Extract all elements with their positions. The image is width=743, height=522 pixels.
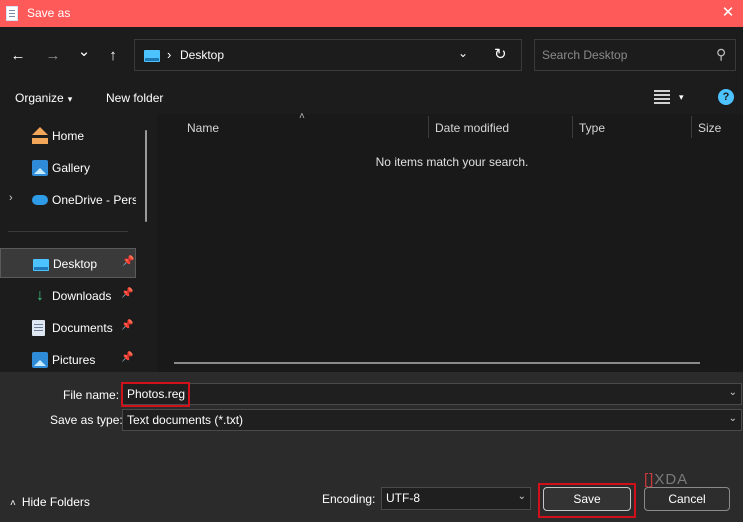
home-icon (32, 127, 48, 144)
sidebar-item-onedrive[interactable]: › OneDrive - Perso (0, 185, 136, 215)
chevron-down-icon[interactable]: ⌄ (729, 387, 737, 398)
chevron-right-icon[interactable]: › (9, 192, 13, 204)
command-bar: Organize ▾ New folder ▾ ? (0, 83, 743, 114)
view-options-icon[interactable] (654, 90, 670, 104)
file-name-field[interactable]: Photos.reg ⌄ (122, 383, 742, 405)
sidebar-scrollbar[interactable] (145, 130, 147, 222)
sidebar-item-gallery[interactable]: Gallery (0, 153, 136, 183)
sidebar-item-downloads[interactable]: ↓ Downloads 📌 (0, 281, 136, 311)
desktop-folder-icon (144, 50, 160, 62)
gallery-icon (32, 160, 48, 176)
sidebar-item-pictures[interactable]: Pictures 📌 (0, 345, 136, 372)
organize-button[interactable]: Organize ▾ (15, 91, 72, 105)
encoding-value: UTF-8 (386, 491, 420, 505)
file-name-highlight (121, 382, 190, 407)
new-folder-button[interactable]: New folder (106, 91, 163, 105)
back-arrow-icon[interactable]: ← (8, 46, 28, 66)
sidebar-item-label: OneDrive - Perso (52, 193, 136, 207)
sort-ascending-icon: ˄ (299, 111, 305, 122)
navigation-pane: Home Gallery › OneDrive - Perso Desktop … (0, 114, 157, 372)
cancel-button[interactable]: Cancel (644, 487, 730, 511)
column-header-date-modified[interactable]: Date modified (429, 114, 573, 140)
pin-icon: 📌 (122, 256, 135, 267)
encoding-select[interactable]: UTF-8 ⌄ (381, 487, 531, 510)
chevron-down-icon: ⌄ (728, 413, 737, 424)
refresh-icon[interactable]: ↻ (494, 45, 507, 63)
save-as-type-select[interactable]: Text documents (*.txt) ⌄ (122, 409, 742, 431)
pin-icon: 📌 (121, 320, 134, 331)
search-box[interactable]: ⚲ (534, 39, 736, 71)
pin-icon: 📌 (121, 352, 134, 363)
column-header-name[interactable]: Name ˄ (157, 111, 429, 140)
notepad-icon (6, 6, 18, 21)
organize-label: Organize (15, 91, 64, 105)
forward-arrow-icon[interactable]: → (43, 46, 63, 66)
sidebar-item-label: Gallery (52, 161, 91, 175)
save-button[interactable]: Save (543, 487, 631, 511)
breadcrumb-desktop[interactable]: Desktop (180, 48, 224, 62)
documents-icon (32, 320, 45, 336)
sidebar-item-label: Home (52, 129, 85, 143)
file-name-label: File name: (63, 388, 120, 402)
close-icon[interactable]: ✕ (713, 0, 743, 27)
sidebar-item-documents[interactable]: Documents 📌 (0, 313, 136, 343)
search-icon[interactable]: ⚲ (716, 46, 726, 63)
address-dropdown-icon[interactable]: ⌄ (458, 46, 468, 60)
sidebar-item-home[interactable]: Home (0, 121, 136, 151)
horizontal-scrollbar[interactable] (174, 362, 700, 364)
hide-folders-label: Hide Folders (21, 495, 90, 509)
pictures-icon (32, 352, 48, 368)
chevron-up-icon: ˄ (10, 498, 16, 509)
xda-watermark: []XDA (644, 471, 689, 488)
save-as-type-label: Save as type: (50, 413, 123, 427)
pin-icon: 📌 (121, 288, 134, 299)
column-header-type[interactable]: Type (573, 114, 692, 140)
downloads-icon: ↓ (36, 287, 44, 304)
search-input[interactable] (542, 47, 712, 63)
encoding-label: Encoding: (322, 492, 376, 506)
onedrive-icon (32, 195, 48, 205)
navigation-bar: ← → ⌄ ↑ › Desktop ⌄ ↻ ⚲ (0, 27, 743, 83)
sidebar-item-desktop[interactable]: Desktop 📌 (0, 248, 136, 278)
file-list: Name ˄ Date modified Type Size No items … (157, 111, 743, 372)
help-icon[interactable]: ? (718, 89, 734, 105)
view-dropdown-icon[interactable]: ▾ (679, 92, 684, 103)
breadcrumb-separator-icon[interactable]: › (167, 47, 171, 62)
desktop-folder-icon (33, 259, 49, 271)
save-panel: File name: Photos.reg ⌄ Save as type: Te… (0, 372, 743, 522)
sidebar-divider (8, 231, 128, 232)
chevron-down-icon: ⌄ (517, 491, 526, 502)
recent-locations-chevron-icon[interactable]: ⌄ (74, 42, 94, 62)
hide-folders-button[interactable]: ˄ Hide Folders (10, 495, 90, 509)
column-header-size[interactable]: Size (692, 114, 743, 140)
chevron-down-icon: ▾ (67, 94, 73, 104)
empty-folder-message: No items match your search. (375, 155, 529, 169)
title-bar: Save as ✕ (0, 0, 743, 27)
up-arrow-icon[interactable]: ↑ (103, 46, 123, 66)
address-bar[interactable]: › Desktop ⌄ ↻ (134, 39, 522, 71)
window-title: Save as (27, 6, 71, 20)
save-as-type-value: Text documents (*.txt) (127, 413, 244, 427)
